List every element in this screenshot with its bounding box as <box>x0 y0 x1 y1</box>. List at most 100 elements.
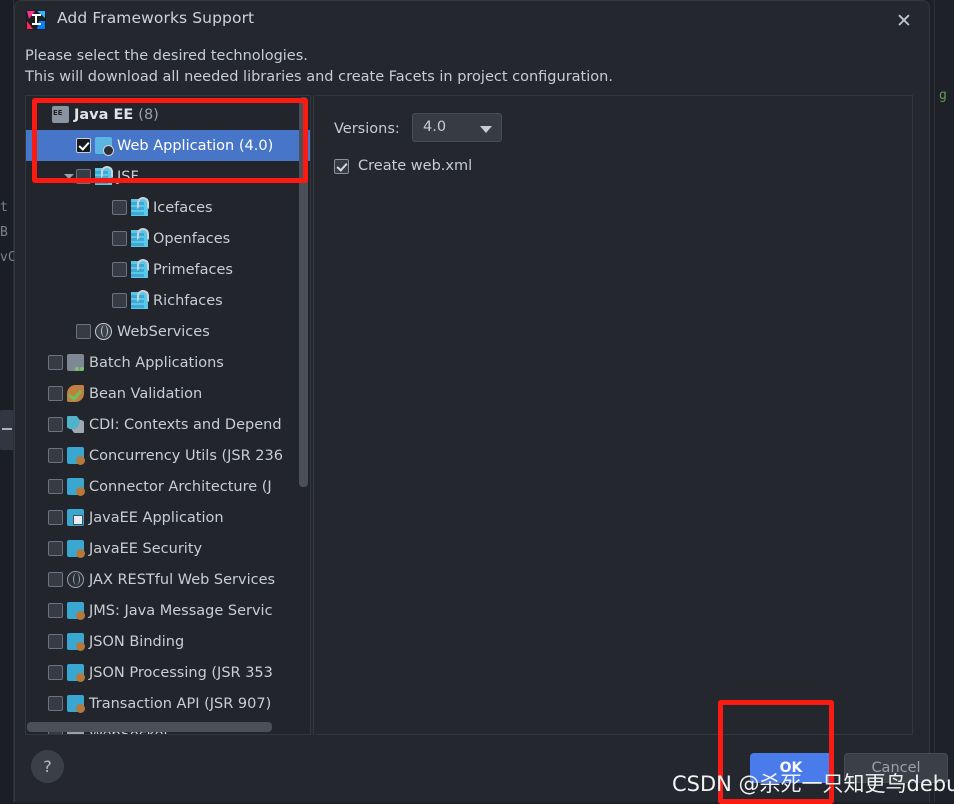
tree-item-row[interactable]: Batch Applications <box>26 347 310 378</box>
tree-item-checkbox[interactable] <box>48 448 63 463</box>
tree-item-checkbox[interactable] <box>48 541 63 556</box>
tree-item-checkbox[interactable] <box>48 386 63 401</box>
bg-code-snippet-2: B <box>0 225 8 240</box>
tree-item-checkbox[interactable] <box>48 355 63 370</box>
pane-splitter[interactable] <box>313 95 314 735</box>
gutter-marker <box>0 410 14 450</box>
versions-select[interactable]: 4.0 <box>412 113 502 142</box>
tree-item-checkbox[interactable] <box>48 634 63 649</box>
tree-item-checkbox[interactable] <box>76 138 91 153</box>
close-icon[interactable]: ✕ <box>889 7 919 35</box>
watermark-text: CSDN @杀死一只知更鸟debug <box>672 772 954 796</box>
tree-item-row[interactable]: Icefaces <box>26 192 310 223</box>
tree-arrow-spacer <box>34 480 48 494</box>
tree-item-label: JavaEE Application <box>89 509 224 526</box>
javaee-icon <box>67 695 85 713</box>
tree-item-row[interactable]: JSF <box>26 161 310 192</box>
tree-item-row[interactable]: JMS: Java Message Servic <box>26 595 310 626</box>
web-app-icon <box>95 137 114 156</box>
tree-arrow-spacer <box>98 232 112 246</box>
tree-arrow-spacer <box>62 139 76 153</box>
tree-item-checkbox[interactable] <box>112 231 127 246</box>
javaee-icon <box>67 664 85 682</box>
tree-item-label: JAX RESTful Web Services <box>89 571 276 588</box>
globe-icon <box>95 323 112 340</box>
javaee-icon <box>67 540 85 558</box>
frameworks-tree[interactable]: Java EE(8) Web Application (4.0) JSF Icefac… <box>25 95 311 735</box>
tree-item-checkbox[interactable] <box>48 417 63 432</box>
tree-arrow-spacer <box>98 201 112 215</box>
tree-item-row[interactable]: Web Application (4.0) <box>26 130 310 161</box>
jsf-icon <box>131 259 149 278</box>
tree-item-checkbox[interactable] <box>76 169 91 184</box>
tree-vertical-scrollbar-thumb[interactable] <box>299 97 308 487</box>
create-webxml-checkbox[interactable] <box>334 158 349 174</box>
tree-group-row[interactable]: Java EE(8) <box>26 99 310 130</box>
tree-group-count: (8) <box>138 106 159 123</box>
tree-item-row[interactable]: Connector Architecture (J <box>26 471 310 502</box>
cdi-icon <box>67 416 84 433</box>
tree-item-row[interactable]: CDI: Contexts and Depend <box>26 409 310 440</box>
help-button[interactable]: ? <box>31 750 64 783</box>
versions-label: Versions: <box>334 121 400 137</box>
tree-arrow-spacer <box>34 449 48 463</box>
tree-item-row[interactable]: Primefaces <box>26 254 310 285</box>
tree-item-checkbox[interactable] <box>48 510 63 525</box>
tree-item-row[interactable]: JSON Binding <box>26 626 310 657</box>
tree-item-checkbox[interactable] <box>112 293 127 308</box>
add-frameworks-support-dialog: Add Frameworks Support ✕ Please select t… <box>14 0 948 802</box>
tree-horizontal-scrollbar[interactable] <box>27 720 299 733</box>
tree-arrow-spacer <box>34 542 48 556</box>
tree-item-row[interactable]: WebServices <box>26 316 310 347</box>
javaee-icon <box>67 478 85 496</box>
tree-item-label: Bean Validation <box>89 385 203 402</box>
tree-item-checkbox[interactable] <box>76 324 91 339</box>
tree-item-checkbox[interactable] <box>112 200 127 215</box>
tree-item-row[interactable]: JavaEE Application <box>26 502 310 533</box>
tree-item-checkbox[interactable] <box>48 479 63 494</box>
tree-item-row[interactable]: Richfaces <box>26 285 310 316</box>
tree-item-label: Java EE <box>74 106 134 123</box>
globe-dark-icon <box>67 571 84 588</box>
tree-item-checkbox[interactable] <box>48 696 63 711</box>
tree-item-checkbox[interactable] <box>48 603 63 618</box>
tree-arrow-spacer <box>34 418 48 432</box>
create-webxml-row[interactable]: Create web.xml <box>334 158 472 174</box>
bean-icon <box>67 385 84 402</box>
tree-item-label: Connector Architecture (J <box>89 478 272 495</box>
framework-details-pane: Versions: 4.0 Create web.xml <box>316 95 913 735</box>
tree-horizontal-scrollbar-thumb[interactable] <box>27 722 272 732</box>
bg-code-snippet-green: g <box>939 88 947 103</box>
ee-icon <box>52 106 69 123</box>
bg-code-snippet-1: t <box>0 200 8 215</box>
tree-item-row[interactable]: JavaEE Security <box>26 533 310 564</box>
tree-item-row[interactable]: Transaction API (JSR 907) <box>26 688 310 719</box>
tree-item-row[interactable]: Openfaces <box>26 223 310 254</box>
tree-item-label: JSF <box>117 168 139 185</box>
tree-arrow-spacer <box>98 294 112 308</box>
tree-item-row[interactable]: Bean Validation <box>26 378 310 409</box>
chevron-down-icon[interactable] <box>62 170 76 184</box>
tree-item-label: WebServices <box>117 323 210 340</box>
tree-item-row[interactable]: Concurrency Utils (JSR 236 <box>26 440 310 471</box>
tree-item-checkbox[interactable] <box>112 262 127 277</box>
dialog-description-line-1: Please select the desired technologies. <box>25 48 308 64</box>
tree-arrow-spacer <box>34 387 48 401</box>
tree-item-row[interactable]: JSON Processing (JSR 353 <box>26 657 310 688</box>
tree-item-row[interactable]: JAX RESTful Web Services <box>26 564 310 595</box>
tree-item-label: Richfaces <box>153 292 223 309</box>
tree-item-label: CDI: Contexts and Depend <box>89 416 282 433</box>
tree-item-label: Primefaces <box>153 261 233 278</box>
tree-arrow-spacer <box>34 511 48 525</box>
tree-arrow-spacer <box>34 356 48 370</box>
dialog-title: Add Frameworks Support <box>57 9 255 27</box>
tree-arrow-spacer <box>34 108 48 122</box>
tree-vertical-scrollbar[interactable] <box>298 97 309 734</box>
tree-item-checkbox[interactable] <box>48 572 63 587</box>
javaee-icon <box>67 633 85 651</box>
tree-item-label: Batch Applications <box>89 354 224 371</box>
tree-item-label: Web Application (4.0) <box>117 137 274 154</box>
javaee-icon <box>67 602 85 620</box>
tree-arrow-spacer <box>34 666 48 680</box>
tree-item-checkbox[interactable] <box>48 665 63 680</box>
